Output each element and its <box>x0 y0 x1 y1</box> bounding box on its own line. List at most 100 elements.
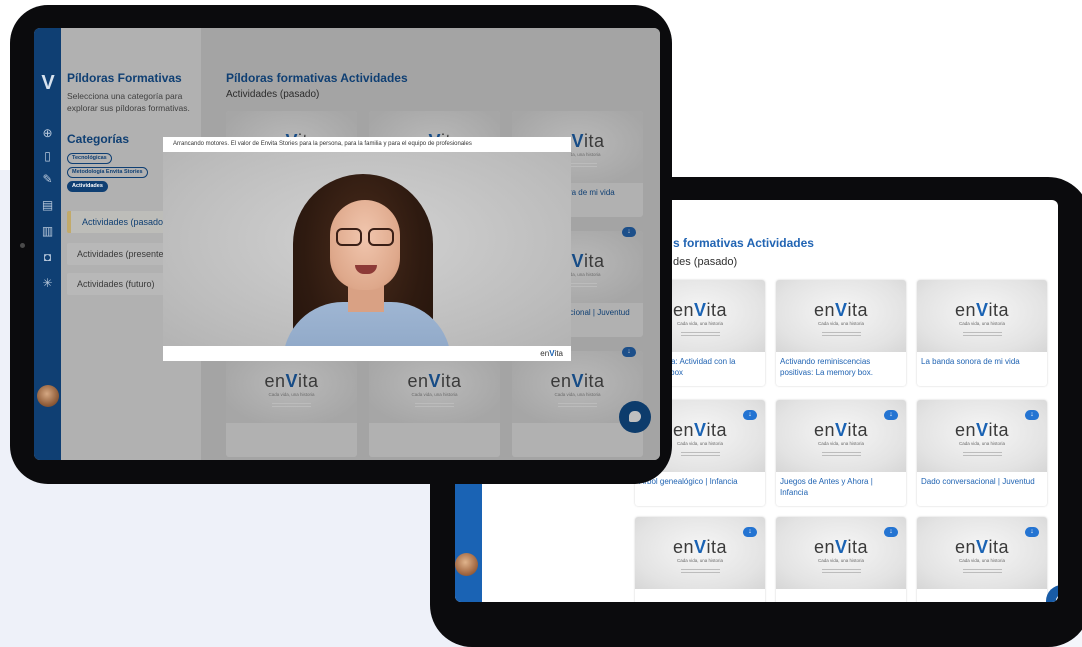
thumb-fine-line <box>821 572 861 573</box>
activity-card[interactable]: enVitaCada vida, una historia ↓ Dado conve… <box>917 400 1047 506</box>
watermark-ita: ita <box>554 349 563 358</box>
avatar[interactable] <box>37 385 59 407</box>
logo-tagline: Cada vida, una historia <box>411 392 458 397</box>
logo-ita: ita <box>847 420 869 440</box>
glasses-right <box>368 228 394 246</box>
logo-v: V <box>571 371 585 391</box>
logo-v: V <box>694 537 707 557</box>
logo-ita: ita <box>584 251 605 271</box>
chip-actividades[interactable]: Actividades <box>67 181 108 192</box>
card-title[interactable]: Juegos de Antes y Ahora | Infancia <box>780 476 902 498</box>
chat-button[interactable] <box>1046 585 1058 602</box>
plus-circle-icon[interactable]: ⊕ <box>40 126 55 141</box>
categories-heading: Categorías <box>67 132 130 146</box>
logo-tagline: Cada vida, una historia <box>958 321 1006 326</box>
thumb-fine-line <box>962 572 1002 573</box>
cloud-download-icon[interactable]: ↓ <box>884 410 898 420</box>
card-title[interactable]: Árbol genealógico | Infancia <box>639 476 761 487</box>
logo-tagline: Cada vida, una historia <box>268 392 315 397</box>
envita-logo: enVita <box>226 371 357 392</box>
page-title: Píldoras formativas Actividades <box>226 71 408 85</box>
logo-ita: ita <box>706 420 728 440</box>
logo-en: en <box>672 537 694 557</box>
card-title[interactable]: Dado conversacional | Juventud <box>921 476 1043 487</box>
video-title: Arrancando motores. El valor de Envita S… <box>173 141 472 147</box>
book-icon[interactable]: ▤ <box>40 198 55 213</box>
activity-card[interactable]: enVitaCada vida, una historia ↓ <box>917 517 1047 602</box>
chip-tecnologicas[interactable]: Tecnológicas <box>67 153 112 164</box>
video-player[interactable]: Arrancando motores. El valor de Envita S… <box>163 137 571 361</box>
thumb-fine-line <box>271 403 312 404</box>
logo-ita: ita <box>584 371 605 391</box>
cloud-download-icon[interactable]: ↓ <box>622 347 636 357</box>
glasses-left <box>336 228 362 246</box>
activity-card[interactable]: enVitaCada vida, una historia↓ <box>369 347 500 457</box>
thumb-fine-line <box>821 569 861 570</box>
logo-en: en <box>954 537 976 557</box>
video-frame[interactable] <box>163 152 571 346</box>
video-watermark-logo: enVita <box>540 349 563 358</box>
pencil-icon[interactable]: ✎ <box>40 172 55 187</box>
thumb-fine-line <box>821 455 861 456</box>
thumb-fine-line <box>962 569 1002 570</box>
cloud-download-icon[interactable]: ↓ <box>743 527 757 537</box>
front-tablet: V ⊕ ▯ ✎ ▤ ▥ ◘ ✳ Píldoras Formativas Sele… <box>10 5 672 484</box>
envita-logo: enVita <box>917 300 1047 321</box>
thumb-fine-line <box>680 335 720 336</box>
cloud-download-icon[interactable]: ↓ <box>884 527 898 537</box>
logo-ita: ita <box>988 300 1010 320</box>
chat-icon <box>629 411 641 422</box>
logo-v: V <box>285 371 299 391</box>
logo-tagline: Cada vida, una historia <box>958 558 1006 563</box>
app-logo[interactable]: V <box>38 72 58 95</box>
logo-en: en <box>550 371 572 391</box>
chat-button[interactable] <box>619 401 651 433</box>
logo-tagline: Cada vida, una historia <box>958 441 1006 446</box>
logo-tagline: Cada vida, una historia <box>817 558 865 563</box>
thumb-fine-line <box>680 569 720 570</box>
thumb-fine-line <box>680 452 720 453</box>
logo-v: V <box>976 537 989 557</box>
envita-logo: enVita <box>512 371 643 392</box>
activity-card[interactable]: enVitaCada vida, una historia La banda so… <box>917 280 1047 386</box>
chip-metodologia[interactable]: Metodología Envita Stories <box>67 167 148 178</box>
card-thumbnail: enVitaCada vida, una historia <box>776 280 906 352</box>
cloud-download-icon[interactable]: ↓ <box>1025 527 1039 537</box>
logo-ita: ita <box>441 371 462 391</box>
document-icon[interactable]: ▯ <box>40 149 55 164</box>
logo-en: en <box>672 420 694 440</box>
card-title[interactable]: Activando reminiscencias positivas: La m… <box>780 356 902 378</box>
logo-ita: ita <box>706 300 728 320</box>
envita-logo: enVita <box>776 537 906 558</box>
activity-card[interactable]: enVitaCada vida, una historia↓ <box>512 347 643 457</box>
logo-en: en <box>813 537 835 557</box>
activity-card[interactable]: enVitaCada vida, una historia ↓ <box>776 517 906 602</box>
activity-card[interactable]: enVita Cada vida, una historia Activando r… <box>776 280 906 386</box>
thumb-fine-line <box>821 332 861 333</box>
logo-v: V <box>694 420 707 440</box>
avatar[interactable] <box>455 553 478 576</box>
panel-title: Píldoras Formativas <box>67 71 182 85</box>
card-title[interactable]: La banda sonora de mi vida <box>921 356 1043 367</box>
activity-card[interactable]: enVita Cada vida, una historia ↓ Juegos de … <box>776 400 906 506</box>
logo-v: V <box>694 300 707 320</box>
card-thumbnail: enVitaCada vida, una historia <box>226 351 357 423</box>
envita-logo: enVita <box>917 537 1047 558</box>
envita-logo: enVita <box>776 420 906 441</box>
thumb-fine-line <box>680 332 720 333</box>
network-icon[interactable]: ✳ <box>40 276 55 291</box>
library-icon[interactable]: ▥ <box>40 224 55 239</box>
cloud-download-icon[interactable]: ↓ <box>622 227 636 237</box>
logo-ita: ita <box>706 537 728 557</box>
activity-card[interactable]: enVitaCada vida, una historia↓ <box>226 347 357 457</box>
card-thumbnail: enVitaCada vida, una historia <box>369 351 500 423</box>
thumb-fine-line <box>962 455 1002 456</box>
thumb-fine-line <box>962 335 1002 336</box>
cloud-download-icon[interactable]: ↓ <box>743 410 757 420</box>
camera-icon[interactable]: ◘ <box>40 250 55 265</box>
thumb-fine-line <box>962 332 1002 333</box>
activity-card[interactable]: enVitaCada vida, una historia↓ <box>635 517 765 602</box>
cloud-download-icon[interactable]: ↓ <box>1025 410 1039 420</box>
logo-en: en <box>954 300 976 320</box>
logo-tagline: Cada vida, una historia <box>554 392 601 397</box>
